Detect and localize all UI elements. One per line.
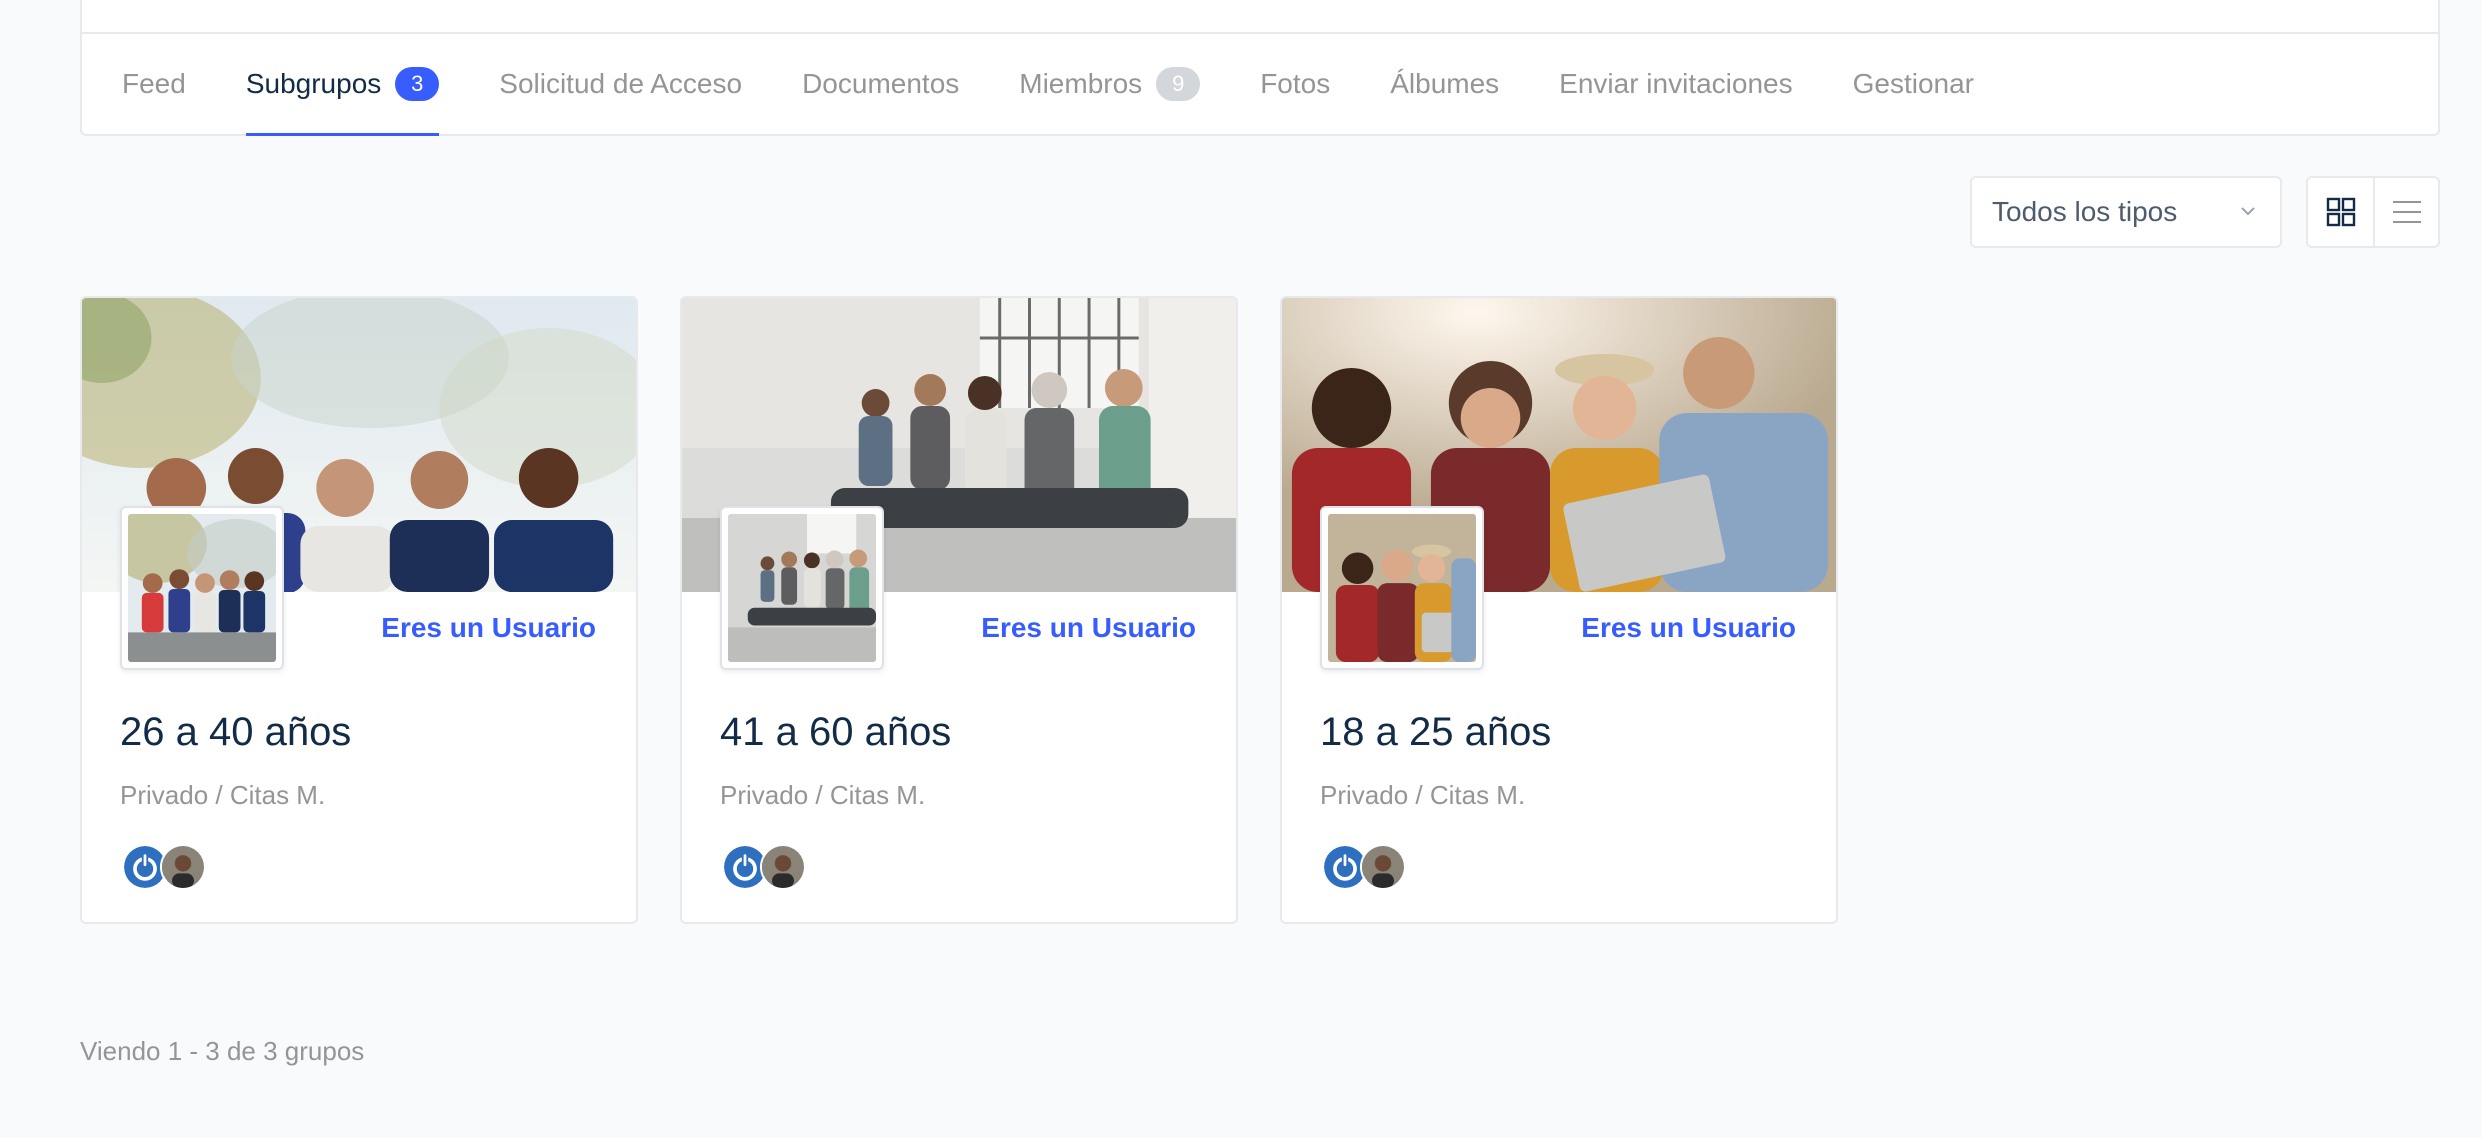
- page: Feed Subgrupos 3 Solicitud de Acceso Docu…: [0, 0, 2482, 1138]
- tab-label: Enviar invitaciones: [1559, 68, 1793, 99]
- group-card: Eres un Usuario 26 a 40 años Privado / C…: [80, 296, 638, 924]
- group-card: Eres un Usuario 41 a 60 años Privado / C…: [680, 296, 1238, 924]
- member-avatar-photo[interactable]: [1360, 844, 1406, 890]
- group-title[interactable]: 18 a 25 años: [1320, 710, 1551, 755]
- tab-access-request[interactable]: Solicitud de Acceso: [499, 34, 742, 134]
- group-meta: Privado / Citas M.: [720, 780, 926, 810]
- group-meta: Privado / Citas M.: [120, 780, 326, 810]
- group-title[interactable]: 26 a 40 años: [120, 710, 351, 755]
- count-badge: 3: [395, 67, 440, 101]
- group-avatar[interactable]: [720, 506, 884, 670]
- tab-members[interactable]: Miembros 9: [1019, 34, 1201, 134]
- tab-photos[interactable]: Fotos: [1260, 34, 1330, 134]
- tab-label: Documentos: [802, 68, 960, 99]
- tab-manage[interactable]: Gestionar: [1853, 34, 1974, 134]
- group-avatar[interactable]: [120, 506, 284, 670]
- member-avatars: [122, 844, 206, 890]
- view-toggle: [2306, 176, 2440, 248]
- tab-subgroups[interactable]: Subgrupos 3: [245, 34, 440, 136]
- list-view-button[interactable]: [2373, 178, 2438, 246]
- tab-label: Gestionar: [1852, 68, 1975, 99]
- tab-label: Fotos: [1260, 68, 1331, 99]
- group-meta: Privado / Citas M.: [1320, 780, 1526, 810]
- member-role-link[interactable]: Eres un Usuario: [981, 612, 1196, 644]
- member-avatar-photo[interactable]: [760, 844, 806, 890]
- group-card: Eres un Usuario 18 a 25 años Privado / C…: [1280, 296, 1838, 924]
- tab-feed[interactable]: Feed: [122, 34, 186, 134]
- list-icon: [2392, 201, 2421, 223]
- member-avatars: [1322, 844, 1406, 890]
- tab-albums[interactable]: Álbumes: [1390, 34, 1499, 134]
- tab-label: Feed: [122, 68, 186, 99]
- group-avatar[interactable]: [1320, 506, 1484, 670]
- pagination-summary: Viendo 1 - 3 de 3 grupos: [80, 1036, 365, 1066]
- group-tabs: Feed Subgrupos 3 Solicitud de Acceso Docu…: [82, 34, 2034, 136]
- tab-label: Miembros: [1019, 68, 1143, 99]
- group-title[interactable]: 41 a 60 años: [720, 710, 951, 755]
- member-avatar-photo[interactable]: [160, 844, 206, 890]
- tab-send-invites[interactable]: Enviar invitaciones: [1559, 34, 1792, 134]
- group-nav: Feed Subgrupos 3 Solicitud de Acceso Docu…: [80, 0, 2440, 136]
- member-role-link[interactable]: Eres un Usuario: [381, 612, 596, 644]
- grid-view-button[interactable]: [2308, 178, 2373, 246]
- tab-documents[interactable]: Documentos: [802, 34, 959, 134]
- member-avatars: [722, 844, 806, 890]
- tab-label: Solicitud de Acceso: [499, 68, 743, 99]
- tab-label: Álbumes: [1390, 68, 1500, 99]
- type-filter-value: Todos los tipos: [1992, 196, 2178, 227]
- member-role-link[interactable]: Eres un Usuario: [1581, 612, 1796, 644]
- tab-label: Subgrupos: [245, 68, 382, 99]
- count-badge: 9: [1156, 67, 1201, 101]
- type-filter-select[interactable]: Todos los tipos: [1970, 176, 2282, 248]
- chevron-down-icon: [2241, 207, 2255, 216]
- grid-icon: [2326, 197, 2355, 227]
